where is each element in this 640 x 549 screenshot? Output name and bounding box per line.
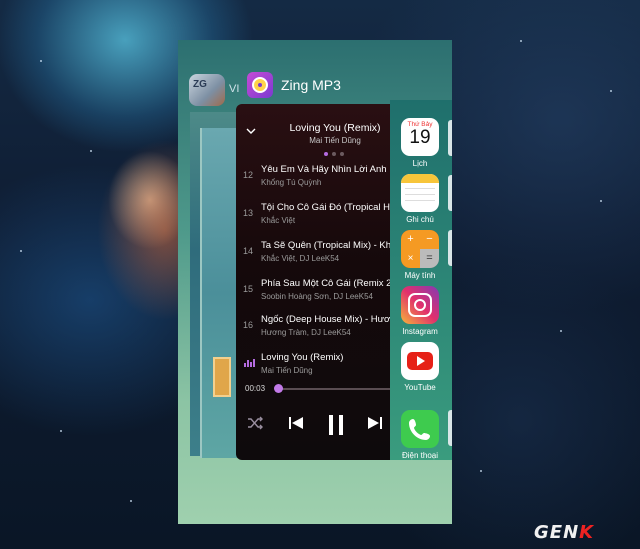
now-playing-title: Loving You (Remix) xyxy=(289,122,381,134)
notes-app[interactable]: Ghi chú xyxy=(400,174,440,224)
phone-icon xyxy=(401,410,439,448)
home-screen-card[interactable]: Thứ Bảy 19 Lịch Ghi chú + − × = Máy tính… xyxy=(390,100,452,460)
progress-knob[interactable] xyxy=(274,384,284,393)
track-row[interactable]: 15 Phía Sau Một Cô Gái (Remix 201 Soobin… xyxy=(236,276,391,314)
previous-track-icon[interactable] xyxy=(287,414,305,432)
music-player-card[interactable]: Loving You (Remix) Mai Tiến Dũng 12 Yêu … xyxy=(236,104,391,460)
previous-app-tab xyxy=(213,357,231,397)
youtube-app[interactable]: YouTube xyxy=(400,342,440,392)
zing-mp3-app-icon[interactable] xyxy=(247,72,273,98)
track-row[interactable]: 12 Yêu Em Và Hãy Nhìn Lời Anh Hứ Khổng T… xyxy=(236,162,391,200)
shuffle-icon[interactable] xyxy=(246,414,264,432)
youtube-icon xyxy=(401,342,439,380)
page-dots xyxy=(324,152,344,156)
pause-icon[interactable] xyxy=(326,414,346,436)
calendar-icon: Thứ Bảy 19 xyxy=(401,118,439,156)
calculator-icon: + − × = xyxy=(401,230,439,268)
equalizer-icon xyxy=(244,359,255,367)
notes-icon xyxy=(401,174,439,212)
phone-app[interactable]: Điện thoại xyxy=(400,410,440,460)
instagram-icon xyxy=(401,286,439,324)
track-row[interactable]: 14 Ta Sẽ Quên (Tropical Mix) - Khắ Khắc … xyxy=(236,238,391,276)
track-row[interactable]: 13 Tội Cho Cô Gái Đó (Tropical Hou Khắc … xyxy=(236,200,391,238)
current-track-row[interactable]: Loving You (Remix) Mai Tiến Dũng xyxy=(236,350,391,388)
active-app-title: Zing MP3 xyxy=(281,77,341,93)
calendar-app[interactable]: Thứ Bảy 19 Lịch xyxy=(400,118,440,168)
previous-app-icon[interactable]: ZG xyxy=(189,74,225,106)
instagram-app[interactable]: Instagram xyxy=(400,286,440,336)
previous-app-label: VI xyxy=(229,83,240,95)
chevron-down-icon[interactable] xyxy=(246,126,256,136)
genk-watermark-logo: GENK xyxy=(534,522,595,543)
next-track-icon[interactable] xyxy=(366,414,384,432)
track-row[interactable]: 16 Ngốc (Deep House Mix) - Hươn Hương Tr… xyxy=(236,312,391,350)
progress-bar[interactable] xyxy=(276,388,391,390)
calculator-app[interactable]: + − × = Máy tính xyxy=(400,230,440,280)
elapsed-time: 00:03 xyxy=(245,384,266,393)
now-playing-artist: Mai Tiến Dũng xyxy=(309,136,361,145)
